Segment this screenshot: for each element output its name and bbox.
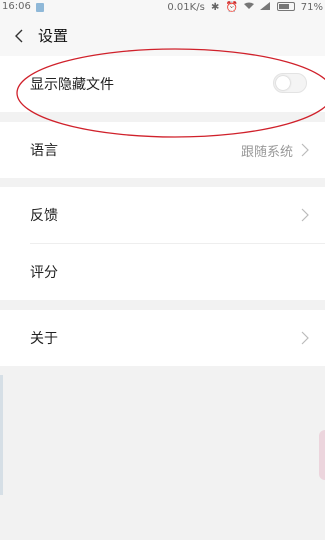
settings-group-language: 语言 跟随系统 <box>0 122 325 178</box>
edge-decoration-left <box>0 375 3 495</box>
battery-level: 71% <box>300 2 323 13</box>
page-title: 设置 <box>38 27 69 45</box>
setting-row-language[interactable]: 语言 跟随系统 <box>0 122 325 178</box>
chevron-right-icon <box>301 331 309 345</box>
chevron-right-icon <box>301 143 309 157</box>
status-time: 16:06 <box>2 1 31 12</box>
language-value: 跟随系统 <box>240 145 293 160</box>
show-hidden-toggle[interactable] <box>273 73 307 93</box>
status-bar: 16:06 0.01K/s ✱ ⏰ 71% <box>0 0 325 16</box>
settings-group-files: 显示隐藏文件 <box>0 56 325 112</box>
setting-label-language: 语言 <box>30 143 58 159</box>
setting-label-show-hidden: 显示隐藏文件 <box>30 77 114 93</box>
wifi-icon <box>244 2 257 13</box>
top-nav-bar: 设置 <box>0 16 325 56</box>
alarm-icon: ⏰ <box>225 2 239 13</box>
settings-group-feedback: 反馈 评分 <box>0 187 325 300</box>
chevron-right-icon <box>301 208 309 222</box>
setting-row-rate[interactable]: 评分 <box>0 244 325 300</box>
setting-label-rate: 评分 <box>30 265 58 281</box>
toggle-knob <box>276 76 290 90</box>
battery-icon <box>276 2 295 11</box>
edge-decoration-right <box>319 430 325 480</box>
setting-row-show-hidden[interactable]: 显示隐藏文件 <box>0 56 325 112</box>
settings-group-about: 关于 <box>0 310 325 366</box>
setting-row-feedback[interactable]: 反馈 <box>0 187 325 243</box>
signal-icon <box>260 2 273 13</box>
setting-row-about[interactable]: 关于 <box>0 310 325 366</box>
notification-icon <box>36 3 44 12</box>
back-arrow-icon[interactable] <box>13 27 27 45</box>
setting-label-about: 关于 <box>30 331 58 347</box>
bluetooth-icon: ✱ <box>210 2 220 13</box>
setting-label-feedback: 反馈 <box>30 208 58 224</box>
network-speed: 0.01K/s <box>167 2 205 13</box>
status-right: 0.01K/s ✱ ⏰ 71% <box>164 1 323 13</box>
